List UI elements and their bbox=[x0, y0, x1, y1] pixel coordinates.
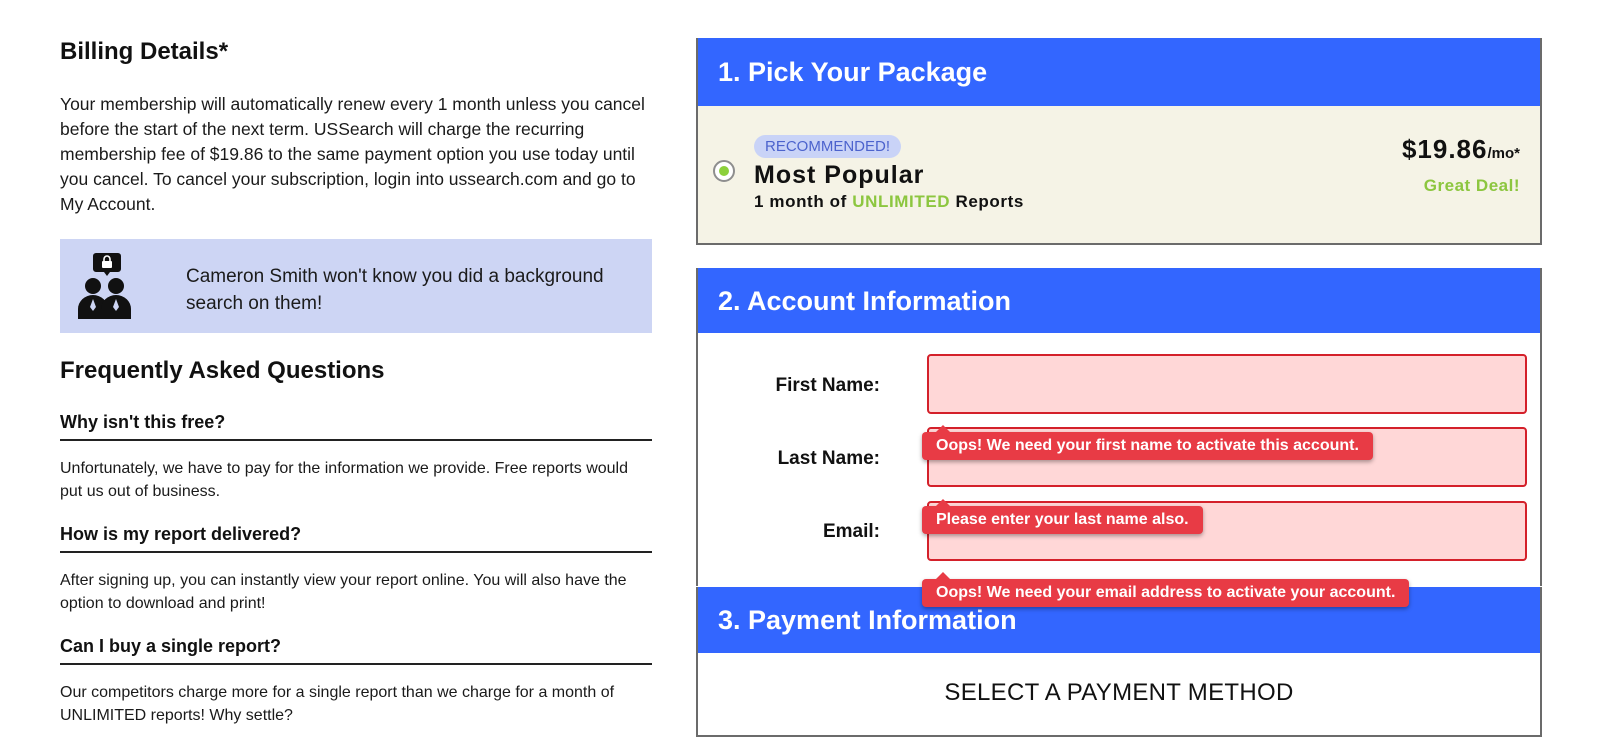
faq-question: Why isn't this free? bbox=[60, 412, 652, 441]
account-panel: 2. Account Information First Name: Last … bbox=[696, 268, 1542, 586]
anonymous-people-lock-icon bbox=[78, 253, 131, 319]
package-price: $19.86/mo* bbox=[1402, 134, 1520, 165]
faq-answer: After signing up, you can instantly view… bbox=[60, 572, 627, 612]
package-price-unit: /mo* bbox=[1487, 145, 1520, 162]
recommended-badge: RECOMMENDED! bbox=[754, 135, 902, 158]
package-radio[interactable] bbox=[713, 160, 735, 182]
first-name-input[interactable] bbox=[927, 354, 1527, 414]
billing-description: Your membership will automatically renew… bbox=[60, 94, 645, 214]
billing-title: Billing Details* bbox=[60, 38, 229, 65]
package-name[interactable]: Most Popular bbox=[754, 161, 924, 190]
package-header: 1. Pick Your Package bbox=[698, 38, 1540, 106]
faq-title: Frequently Asked Questions bbox=[60, 357, 385, 384]
faq-answer: Our competitors charge more for a single… bbox=[60, 684, 615, 724]
email-label: Email: bbox=[822, 521, 880, 542]
last-name-label: Last Name: bbox=[777, 448, 880, 469]
last-name-error-tooltip: Please enter your last name also. bbox=[922, 499, 1203, 534]
email-error-tooltip: Oops! We need your email address to acti… bbox=[922, 572, 1410, 607]
faq-answer: Unfortunately, we have to pay for the in… bbox=[60, 460, 628, 500]
package-panel: 1. Pick Your Package RECOMMENDED! Most P… bbox=[696, 38, 1542, 245]
package-price-amount: $19.86 bbox=[1401, 134, 1488, 164]
faq-item: How is my report delivered? After signin… bbox=[60, 524, 652, 615]
first-name-label: First Name: bbox=[775, 375, 880, 396]
faq-item: Why isn't this free? Unfortunately, we h… bbox=[60, 412, 652, 503]
package-deal: Great Deal! bbox=[1423, 176, 1520, 195]
package-desc-accent: UNLIMITED bbox=[852, 192, 951, 211]
faq-item: Can I buy a single report? Our competito… bbox=[60, 636, 652, 727]
faq-question: Can I buy a single report? bbox=[60, 636, 652, 665]
privacy-notice-text: Cameron Smith won't know you did a backg… bbox=[186, 266, 604, 314]
payment-method-heading: SELECT A PAYMENT METHOD bbox=[944, 679, 1294, 706]
package-desc-prefix: 1 month of bbox=[754, 192, 853, 211]
first-name-error-tooltip: Oops! We need your first name to activat… bbox=[922, 425, 1373, 460]
account-header: 2. Account Information bbox=[698, 268, 1540, 333]
payment-panel: 3. Payment Information SELECT A PAYMENT … bbox=[696, 587, 1542, 737]
privacy-notice: Cameron Smith won't know you did a backg… bbox=[60, 239, 652, 333]
faq-question: How is my report delivered? bbox=[60, 524, 652, 553]
package-desc-suffix: Reports bbox=[950, 192, 1024, 211]
package-description: 1 month of UNLIMITED Reports bbox=[754, 192, 1024, 212]
